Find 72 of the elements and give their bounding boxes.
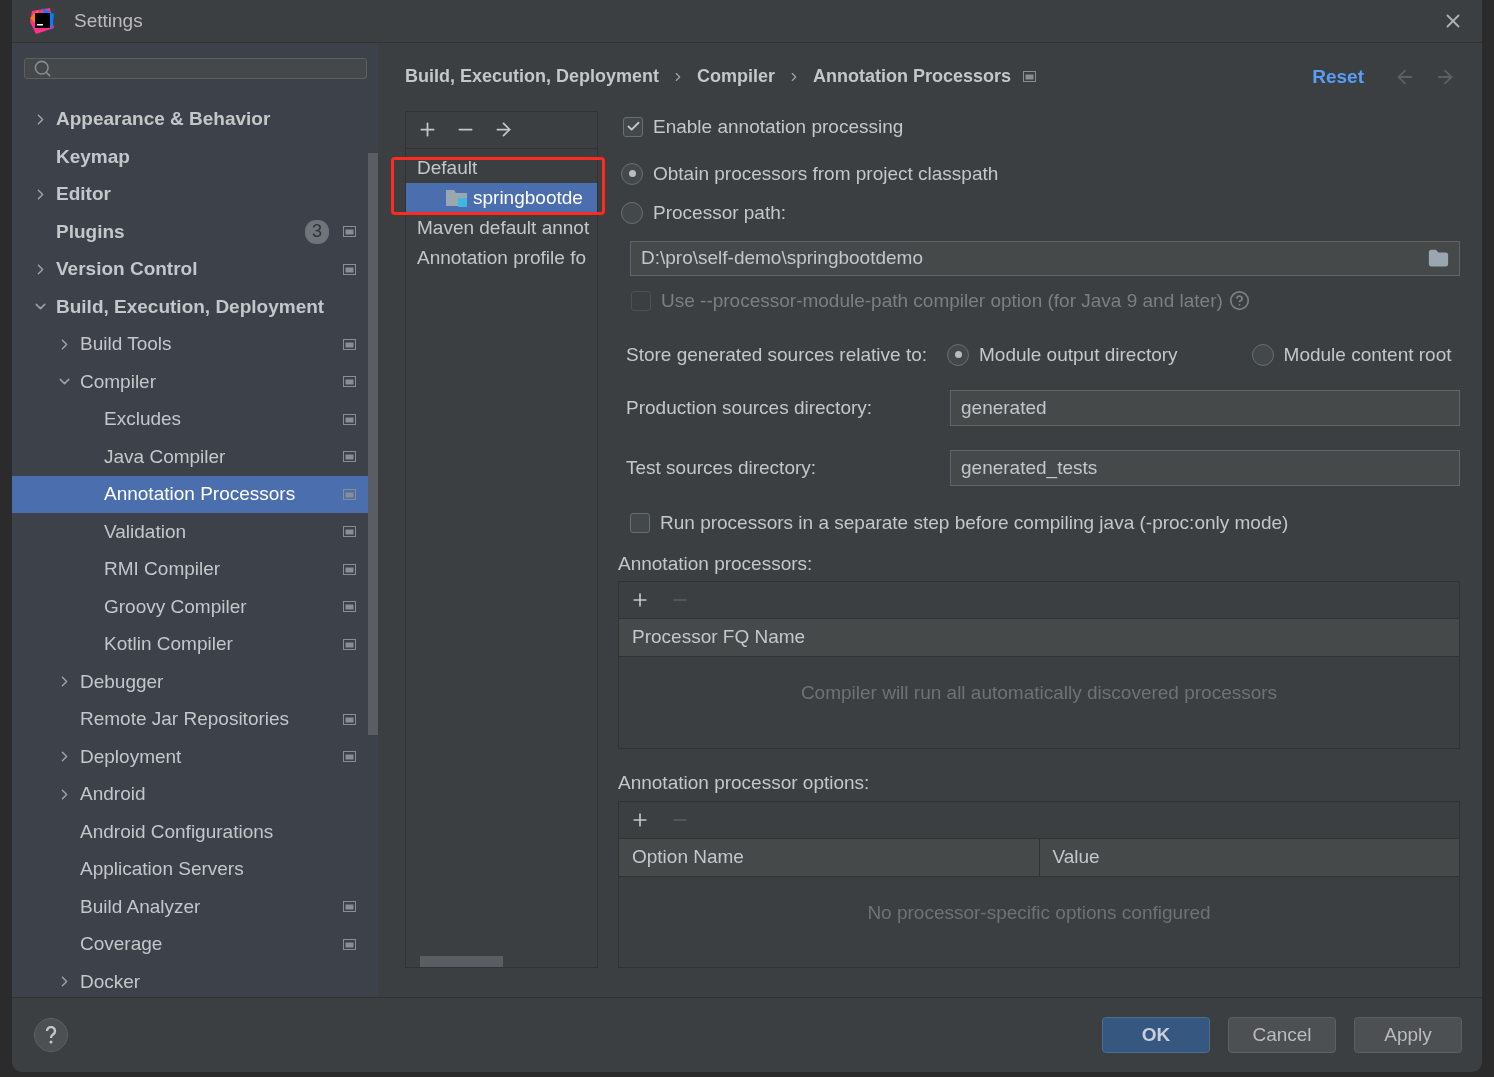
- field-label: Production sources directory:: [626, 396, 874, 419]
- tree-item[interactable]: Validation: [12, 513, 368, 551]
- column-header: Processor FQ Name: [631, 625, 807, 650]
- tree-item[interactable]: Annotation Processors: [12, 475, 368, 514]
- checkbox[interactable]: [630, 512, 650, 533]
- tree-item[interactable]: Kotlin Compiler: [12, 625, 368, 664]
- tree-item[interactable]: Android: [12, 775, 368, 814]
- tree-item[interactable]: Debugger: [12, 663, 368, 701]
- tree-item[interactable]: Android Configurations: [12, 813, 368, 851]
- checkbox[interactable]: [623, 116, 643, 137]
- scrollbar[interactable]: [420, 955, 503, 967]
- tree-item[interactable]: Build, Execution, Deployment: [12, 288, 368, 326]
- tree-item[interactable]: Groovy Compiler: [12, 588, 368, 626]
- tree-item[interactable]: Docker: [12, 963, 368, 997]
- checkbox-label: Enable annotation processing: [653, 115, 904, 138]
- field-label: Test sources directory:: [626, 456, 818, 479]
- help-button[interactable]: [34, 1017, 68, 1052]
- app-logo-icon: [30, 7, 54, 34]
- radio-label: Obtain processors from project classpath: [653, 162, 999, 185]
- directory-field[interactable]: generated_tests: [950, 449, 1460, 486]
- section-label: Annotation processors:: [618, 552, 813, 575]
- radio-button[interactable]: [1251, 343, 1274, 366]
- dialog-button[interactable]: Cancel: [1228, 1016, 1336, 1053]
- question-mark-icon: [45, 1025, 57, 1044]
- profile-item[interactable]: Annotation profile fo: [406, 242, 597, 273]
- column-header: Value: [1038, 838, 1459, 876]
- help-icon[interactable]: [1228, 290, 1250, 312]
- folder-icon: [445, 187, 469, 208]
- profile-item[interactable]: Default: [406, 152, 597, 183]
- folder-icon[interactable]: [1428, 247, 1449, 269]
- tree-item[interactable]: Editor: [12, 175, 368, 214]
- tree-item[interactable]: Appearance & Behavior: [12, 100, 368, 139]
- tree-item[interactable]: RMI Compiler: [12, 550, 368, 589]
- tree-item[interactable]: Java Compiler: [12, 438, 368, 476]
- checkbox-label: Use --processor-module-path compiler option (for Java 9 and later): [661, 289, 1223, 312]
- breadcrumb-item: Annotation Processors: [813, 66, 1012, 88]
- scrollbar[interactable]: [368, 152, 378, 735]
- tree-item[interactable]: Coverage: [12, 925, 368, 964]
- profile-item[interactable]: Maven default annot: [406, 212, 597, 243]
- window-title: Settings: [74, 9, 144, 32]
- radio-button[interactable]: [947, 343, 969, 366]
- tree-item[interactable]: Compiler: [12, 363, 368, 401]
- radio-label: Module content root: [1283, 343, 1452, 366]
- tree-item[interactable]: Plugins 3: [12, 213, 368, 251]
- profile-item[interactable]: springbootde: [406, 182, 597, 213]
- tree-item[interactable]: Deployment: [12, 738, 368, 776]
- column-header: Option Name: [631, 845, 745, 870]
- directory-field[interactable]: generated: [950, 389, 1460, 426]
- search-icon: [33, 58, 52, 78]
- checkbox-label: Run processors in a separate step before compiling java (-proc:only mode): [660, 511, 1289, 534]
- tree-item[interactable]: Keymap: [12, 138, 368, 176]
- tree-item[interactable]: Build Tools: [12, 325, 368, 364]
- panel-icon: [1023, 71, 1037, 83]
- section-label: Annotation processor options:: [618, 771, 870, 794]
- dialog-button[interactable]: Apply: [1354, 1016, 1462, 1053]
- tree-item[interactable]: Application Servers: [12, 850, 368, 889]
- radio-label: Processor path:: [653, 201, 787, 224]
- tree-item[interactable]: Remote Jar Repositories: [12, 700, 368, 739]
- tree-item[interactable]: Excludes: [12, 400, 368, 439]
- search-field[interactable]: [24, 57, 367, 79]
- breadcrumb-item: Build, Execution, Deployment: [405, 66, 660, 88]
- radio-button[interactable]: [621, 162, 643, 185]
- path-field[interactable]: D:\pro\self-demo\springbootdemo: [630, 240, 1460, 276]
- radio-label: Module output directory: [979, 343, 1178, 366]
- dialog-button[interactable]: OK: [1102, 1016, 1210, 1053]
- tree-item[interactable]: Build Analyzer: [12, 888, 368, 926]
- breadcrumb-item: Compiler: [697, 66, 776, 88]
- count-badge: 3: [305, 219, 329, 244]
- tree-item[interactable]: Version Control: [12, 250, 368, 289]
- field-label: Store generated sources relative to:: [626, 343, 927, 366]
- reset-link[interactable]: Reset: [1312, 65, 1364, 88]
- radio-button[interactable]: [621, 201, 643, 224]
